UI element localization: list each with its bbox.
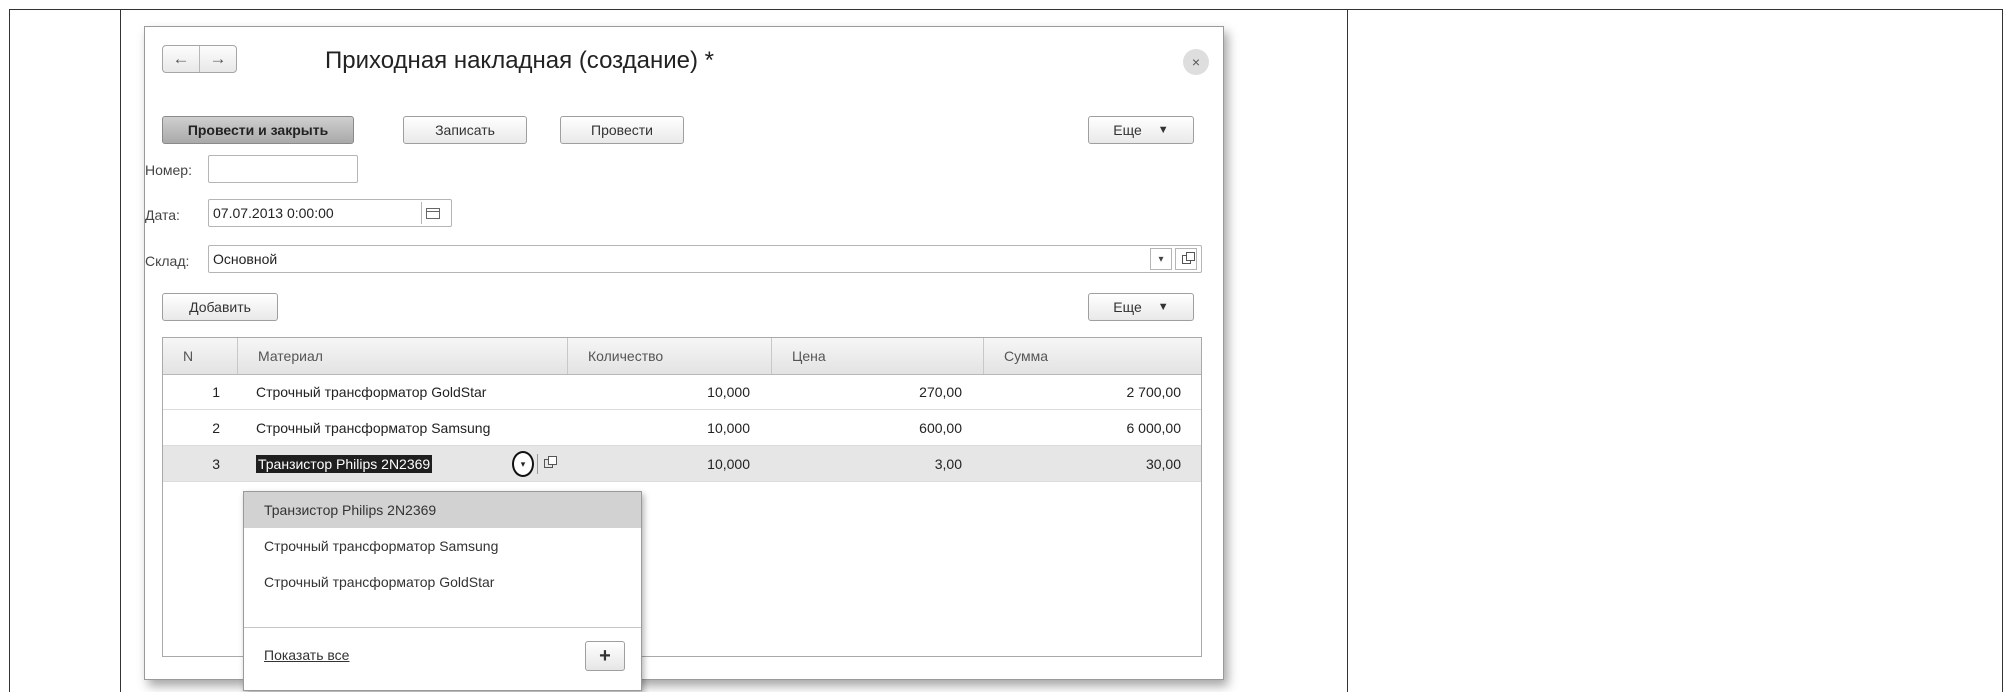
more-menu-button[interactable]: Еще ▼ (1088, 116, 1194, 144)
row-sum: 30,00 (1145, 456, 1181, 472)
calendar-button[interactable] (421, 202, 443, 224)
chevron-down-icon: ▼ (1157, 124, 1169, 136)
chevron-down-icon: ▾ (520, 458, 526, 469)
dropdown-divider (244, 627, 641, 628)
document-window: ← → Приходная накладная (создание) * × П… (144, 26, 1224, 691)
row-sum: 2 700,00 (1126, 384, 1182, 400)
nav-group: ← → (162, 45, 237, 73)
show-all-link[interactable]: Показать все (264, 647, 349, 663)
material-dropdown-list: Транзистор Philips 2N2369 Строчный транс… (243, 491, 642, 691)
plus-icon: + (599, 644, 611, 667)
dropdown-item[interactable]: Транзистор Philips 2N2369 (244, 492, 641, 528)
column-header-price[interactable]: Цена (772, 338, 984, 374)
date-value: 07.07.2013 0:00:00 (213, 205, 334, 221)
save-button[interactable]: Записать (403, 116, 527, 144)
row-quantity: 10,000 (707, 420, 750, 436)
back-arrow-icon[interactable]: ← (163, 46, 199, 72)
more-menu-label: Еще (1113, 122, 1142, 138)
column-header-quantity[interactable]: Количество (568, 338, 772, 374)
row-price: 3,00 (934, 456, 962, 472)
table-more-label: Еще (1113, 299, 1142, 315)
table-row-selected[interactable]: 3 Транзистор Philips 2N2369 ▾ 10,000 3,0… (163, 446, 1201, 482)
row-price: 270,00 (919, 384, 962, 400)
chevron-down-icon: ▼ (1157, 301, 1169, 313)
warehouse-field[interactable]: Основной (208, 245, 1202, 273)
post-button[interactable]: Провести (560, 116, 684, 144)
material-dropdown-button[interactable]: ▾ (512, 451, 534, 477)
column-header-sum[interactable]: Сумма (984, 338, 1201, 374)
calendar-icon (425, 207, 440, 219)
forward-arrow-icon[interactable]: → (199, 46, 236, 72)
open-form-icon (1181, 251, 1195, 264)
column-header-n[interactable]: N (163, 338, 238, 374)
cell-divider (537, 454, 538, 474)
dropdown-item[interactable]: Строчный трансформатор Samsung (244, 528, 641, 564)
row-material: Строчный трансформатор Samsung (256, 420, 491, 436)
add-new-button[interactable]: + (585, 641, 625, 671)
date-field[interactable]: 07.07.2013 0:00:00 (208, 199, 452, 227)
warehouse-value: Основной (213, 251, 278, 267)
open-form-icon[interactable] (544, 456, 557, 468)
column-header-material[interactable]: Материал (238, 338, 568, 374)
number-field[interactable] (208, 155, 358, 183)
row-number: 1 (212, 384, 220, 400)
table-header: N Материал Количество Цена Сумма (163, 338, 1201, 375)
row-number: 2 (212, 420, 220, 436)
table-row[interactable]: 2 Строчный трансформатор Samsung 10,000 … (163, 410, 1201, 446)
row-sum: 6 000,00 (1126, 420, 1182, 436)
number-label: Номер: (145, 162, 192, 178)
row-number: 3 (212, 456, 220, 472)
material-edit-cell[interactable]: Транзистор Philips 2N2369 ▾ (238, 446, 568, 482)
row-price: 600,00 (919, 420, 962, 436)
page-divider-left (120, 9, 121, 692)
row-material: Строчный трансформатор GoldStar (256, 384, 487, 400)
window-title: Приходная накладная (создание) * (325, 47, 714, 74)
date-label: Дата: (145, 207, 180, 223)
post-and-close-button[interactable]: Провести и закрыть (162, 116, 354, 144)
table-row[interactable]: 1 Строчный трансформатор GoldStar 10,000… (163, 374, 1201, 410)
dropdown-item[interactable]: Строчный трансформатор GoldStar (244, 564, 641, 600)
row-quantity: 10,000 (707, 456, 750, 472)
warehouse-open-button[interactable] (1175, 248, 1197, 270)
add-row-button[interactable]: Добавить (162, 293, 278, 321)
row-quantity: 10,000 (707, 384, 750, 400)
warehouse-dropdown-button[interactable]: ▾ (1150, 248, 1172, 270)
close-icon[interactable]: × (1183, 49, 1209, 75)
page-divider-right (1347, 9, 1348, 692)
material-input-selected-text[interactable]: Транзистор Philips 2N2369 (256, 455, 433, 473)
chevron-down-icon: ▾ (1158, 253, 1164, 265)
warehouse-label: Склад: (145, 253, 190, 269)
table-more-menu-button[interactable]: Еще ▼ (1088, 293, 1194, 321)
